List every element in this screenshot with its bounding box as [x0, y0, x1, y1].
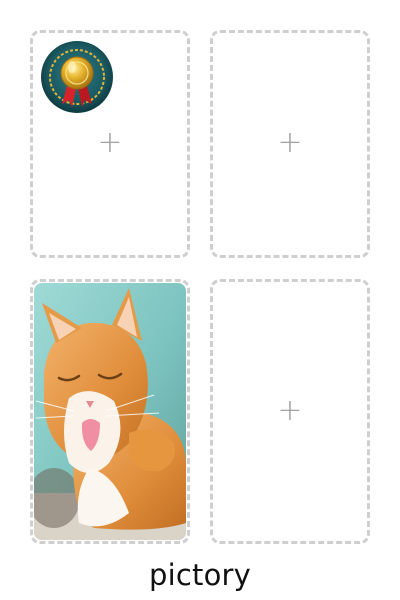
cat-photo [34, 283, 186, 540]
add-icon: + [277, 392, 303, 428]
caption-label: pictory [148, 558, 251, 592]
upload-slot-2[interactable]: + [210, 30, 370, 258]
upload-slot-1[interactable]: + [30, 30, 190, 258]
medal-badge-icon [41, 41, 113, 113]
upload-slot-4[interactable]: + [210, 279, 370, 544]
add-icon: + [97, 124, 123, 160]
add-icon: + [277, 124, 303, 160]
upload-slot-3[interactable] [30, 279, 190, 544]
